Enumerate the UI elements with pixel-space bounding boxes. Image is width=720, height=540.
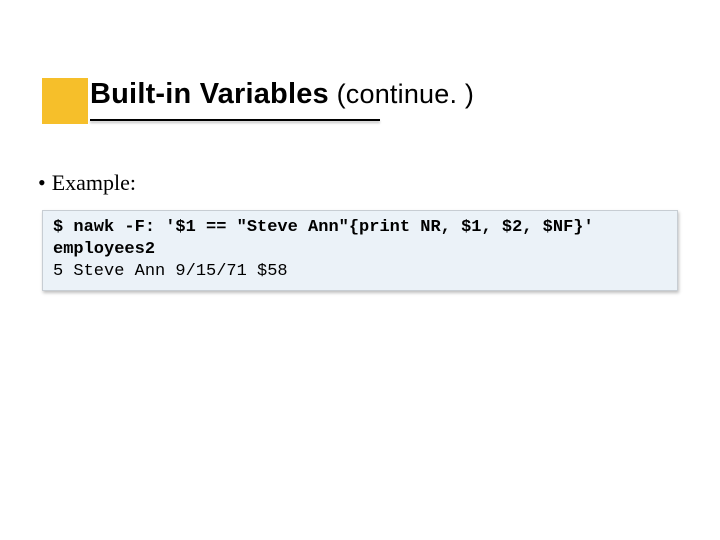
code-example-box: $ nawk -F: '$1 == "Steve Ann"{print NR, … [42, 210, 678, 291]
title-underline [90, 119, 380, 121]
code-output: 5 Steve Ann 9/15/71 $58 [53, 262, 288, 281]
title-strong: Built-in Variables [90, 78, 329, 110]
bullet-example: •Example: [38, 170, 136, 196]
title-light: (continue. ) [329, 79, 474, 109]
bullet-text: Example: [52, 170, 136, 195]
title-accent-square [42, 78, 88, 124]
bullet-dot-icon: • [38, 170, 46, 196]
slide: Built-in Variables (continue. ) •Example… [0, 0, 720, 540]
code-command: $ nawk -F: '$1 == "Steve Ann"{print NR, … [53, 218, 604, 259]
slide-title: Built-in Variables (continue. ) [90, 78, 474, 111]
